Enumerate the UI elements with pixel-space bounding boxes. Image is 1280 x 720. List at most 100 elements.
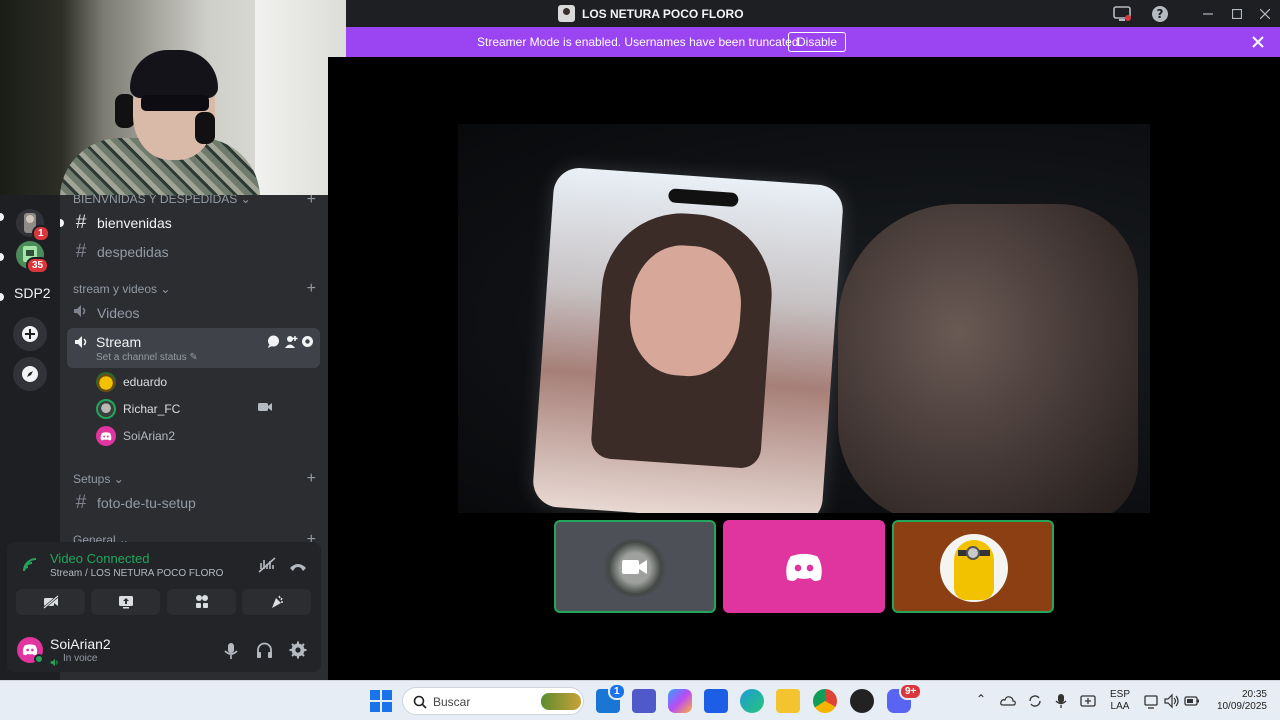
channel-bienvenidas[interactable]: # bienvenidas <box>73 212 172 234</box>
discord-logo-icon <box>784 553 824 588</box>
microphone-icon[interactable] <box>224 642 238 665</box>
microphone-tray-icon[interactable] <box>1055 693 1067 714</box>
window-title-text: LOS NETURA POCO FLORO <box>582 6 744 21</box>
chat-icon[interactable] <box>267 335 280 353</box>
copilot-icon[interactable] <box>668 689 692 713</box>
focused-video-feed[interactable] <box>458 124 1150 513</box>
video-camera-icon <box>622 558 648 581</box>
category-welcome[interactable]: BIENVNIDAS Y DESPEDIDAS ⌄ <box>73 195 251 206</box>
speaker-icon <box>74 335 90 354</box>
disconnect-icon[interactable] <box>289 559 307 577</box>
add-channel-icon[interactable]: + <box>307 471 316 487</box>
search-highlight-icon <box>541 693 581 710</box>
help-icon[interactable]: ? <box>1150 4 1170 24</box>
volume-icon[interactable] <box>1164 693 1180 714</box>
speaker-icon <box>73 302 89 324</box>
category-stream[interactable]: stream y videos ⌄ <box>73 282 170 296</box>
user-settings-gear-icon[interactable] <box>289 641 307 664</box>
category-setups[interactable]: Setups ⌄ <box>73 472 124 486</box>
online-status-dot <box>34 654 44 664</box>
add-server-button[interactable] <box>13 317 47 351</box>
avatar <box>96 399 116 419</box>
voice-user[interactable]: Richar_FC <box>96 399 272 419</box>
screen-share-icon[interactable] <box>1112 4 1132 24</box>
battery-icon[interactable] <box>1184 693 1200 714</box>
headphones-icon[interactable] <box>256 642 273 664</box>
network-icon[interactable] <box>1144 693 1160 714</box>
unread-indicator <box>60 219 64 227</box>
hash-icon: # <box>75 492 87 513</box>
tray-chevron-icon[interactable]: ⌃ <box>976 693 986 705</box>
close-banner-icon[interactable] <box>1250 34 1266 50</box>
streamer-mode-text: Streamer Mode is enabled. Usernames have… <box>477 35 802 49</box>
sync-icon[interactable] <box>1027 693 1043 714</box>
avatar <box>940 534 1008 602</box>
editor-app-icon[interactable] <box>704 689 728 713</box>
voice-channel-videos[interactable]: Videos <box>73 302 140 324</box>
set-channel-status[interactable]: Set a channel status ✎ <box>96 352 198 363</box>
voice-user[interactable]: eduardo <box>96 372 167 392</box>
activities-button[interactable] <box>167 589 236 615</box>
user-avatar[interactable] <box>17 637 44 664</box>
hash-icon: # <box>75 241 87 262</box>
video-camera-icon <box>258 401 272 415</box>
chrome-icon[interactable] <box>813 689 837 713</box>
channel-despedidas[interactable]: # despedidas <box>73 241 169 263</box>
streamer-mode-banner: Streamer Mode is enabled. Usernames have… <box>346 27 1280 57</box>
invite-icon[interactable] <box>284 335 298 353</box>
voice-user[interactable]: SoiArian2 <box>96 426 175 446</box>
teams-icon[interactable] <box>632 689 656 713</box>
search-placeholder: Buscar <box>433 695 471 709</box>
noise-suppression-icon[interactable] <box>258 557 276 578</box>
search-icon <box>413 695 427 714</box>
disable-streamer-mode-button[interactable]: Disable <box>788 32 847 52</box>
phone-in-video <box>531 166 845 513</box>
add-channel-icon[interactable]: + <box>307 281 316 297</box>
speaker-icon <box>50 654 60 672</box>
settings-gear-icon[interactable] <box>301 335 314 353</box>
video-stage <box>328 57 1280 680</box>
server-avatar <box>558 5 575 22</box>
voice-channel-path: Stream / LOS NETURA POCO FLORO <box>50 568 224 579</box>
microsoft-store-icon[interactable]: 1 <box>596 683 626 713</box>
server-indicator <box>0 213 4 221</box>
self-camera-preview <box>0 0 346 195</box>
server-name-sdp2[interactable]: SDP2 <box>14 285 51 301</box>
add-channel-icon[interactable]: + <box>307 195 316 208</box>
voice-channel-stream[interactable]: Stream Set a channel status ✎ <box>67 328 320 368</box>
svg-text:?: ? <box>1157 7 1164 21</box>
hash-icon: # <box>75 212 87 233</box>
connection-signal-icon <box>22 557 38 578</box>
voice-connection-panel: Video Connected Stream / LOS NETURA POCO… <box>7 542 321 672</box>
server-indicator <box>0 253 4 261</box>
channel-foto-de-tu-setup[interactable]: # foto-de-tu-setup <box>73 492 196 514</box>
edge-icon[interactable] <box>740 689 764 713</box>
share-screen-button[interactable] <box>91 589 160 615</box>
stream-channel-name: Stream <box>96 334 142 350</box>
discover-servers-button[interactable] <box>13 357 47 391</box>
windows-start-icon[interactable] <box>370 690 392 717</box>
username[interactable]: SoiArian2 <box>50 636 111 652</box>
clock[interactable]: 20:35 10/09/2025 <box>1211 689 1267 713</box>
input-language[interactable]: ESP LAA <box>1110 689 1130 713</box>
user-status: In voice <box>63 653 98 664</box>
onedrive-icon[interactable] <box>1000 694 1016 712</box>
participant-tile-soiarian2[interactable] <box>723 520 885 613</box>
avatar <box>96 426 116 446</box>
close-window-button[interactable] <box>1248 0 1280 27</box>
participant-tile-video[interactable] <box>554 520 716 613</box>
github-desktop-icon[interactable] <box>850 689 874 713</box>
soundboard-button[interactable] <box>242 589 311 615</box>
windows-taskbar: Buscar 1 9+ ⌃ ESP LAA 20:35 10/09/2025 <box>0 680 1280 720</box>
video-connected-label[interactable]: Video Connected <box>50 551 150 566</box>
participant-tile-eduardo[interactable] <box>892 520 1054 613</box>
camera-off-button[interactable] <box>16 589 85 615</box>
avatar <box>96 372 116 392</box>
server-icon-2[interactable]: 35 <box>14 239 50 274</box>
taskbar-search[interactable]: Buscar <box>402 687 584 715</box>
notification-badge: 35 <box>26 257 50 274</box>
file-explorer-icon[interactable] <box>776 689 800 713</box>
display-tray-icon[interactable] <box>1080 693 1096 714</box>
discord-taskbar-icon[interactable]: 9+ <box>887 683 923 713</box>
server-icon-1[interactable]: 1 <box>14 207 50 242</box>
